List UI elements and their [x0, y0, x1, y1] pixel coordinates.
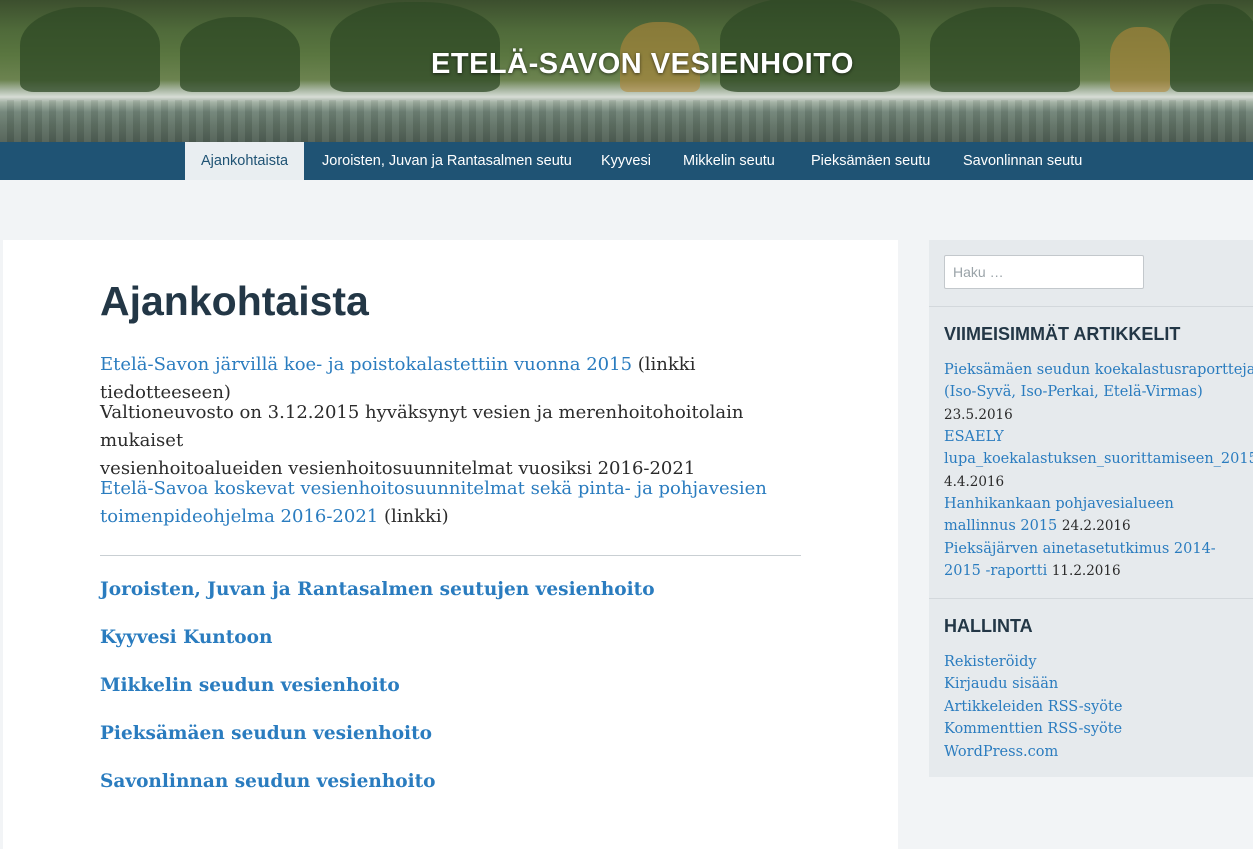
news-link-vesienhoitosuunnitelmat[interactable]: Etelä-Savoa koskevat vesienhoitosuunnite… [100, 478, 767, 499]
admin-widget-title: HALLINTA [944, 616, 1033, 636]
section-link-kyyvesi[interactable]: Kyyvesi Kuntoon [100, 627, 272, 648]
sidebar-divider [929, 306, 1253, 307]
header-water-reflection [0, 100, 1253, 142]
news-link-vesienhoitosuunnitelmat-cont[interactable]: toimenpideohjelma 2016-2021 [100, 506, 378, 527]
comments-rss-link[interactable]: Kommenttien RSS-syöte [944, 721, 1122, 737]
recent-post-2-cont: lupa_koekalastuksen_suorittamiseen_2015_… [944, 448, 1253, 470]
recent-post-2-date: 4.4.2016 [944, 471, 1004, 493]
main-content: Ajankohtaista Etelä-Savon järvillä koe- … [3, 240, 898, 849]
search-input[interactable] [944, 255, 1144, 289]
recent-post-4-cont: 2015 -raportti 11.2.2016 [944, 560, 1121, 582]
recent-post-1: Pieksämäen seudun koekalastusraportteja [944, 359, 1253, 381]
post-date: 23.5.2016 [944, 407, 1013, 423]
news-paragraph-3-note: (linkki) [378, 506, 449, 527]
recent-post-link[interactable]: Hanhikankaan pohjavesialueen [944, 496, 1174, 512]
recent-post-4: Pieksäjärven ainetasetutkimus 2014- [944, 538, 1216, 560]
nav-item-savonlinnan-seutu[interactable]: Savonlinnan seutu [947, 142, 1098, 180]
admin-link-item: Kommenttien RSS-syöte [944, 718, 1122, 740]
recent-post-link[interactable]: mallinnus 2015 [944, 518, 1057, 534]
section-link-savonlinna[interactable]: Savonlinnan seudun vesienhoito [100, 771, 436, 792]
news-paragraph-2: Valtioneuvosto on 3.12.2015 hyväksynyt v… [100, 399, 810, 483]
register-link[interactable]: Rekisteröidy [944, 654, 1037, 670]
recent-post-link[interactable]: lupa_koekalastuksen_suorittamiseen_2015_… [944, 451, 1253, 467]
post-date: 24.2.2016 [1061, 518, 1131, 534]
nav-item-mikkelin-seutu[interactable]: Mikkelin seutu [667, 142, 791, 180]
post-date: 11.2.2016 [1051, 563, 1121, 579]
nav-item-kyyvesi[interactable]: Kyyvesi [585, 142, 667, 180]
section-link-joroisten[interactable]: Joroisten, Juvan ja Rantasalmen seutujen… [100, 579, 655, 600]
login-link[interactable]: Kirjaudu sisään [944, 676, 1058, 692]
admin-link-item: WordPress.com [944, 741, 1058, 763]
news-paragraph-3: Etelä-Savoa koskevat vesienhoitosuunnite… [100, 475, 810, 531]
news-link-koekalastus[interactable]: Etelä-Savon järvillä koe- ja poistokalas… [100, 354, 632, 375]
admin-link-item: Rekisteröidy [944, 651, 1037, 673]
site-header: ETELÄ-SAVON VESIENHOITO [0, 0, 1253, 142]
sidebar-divider [929, 598, 1253, 599]
recent-post-link[interactable]: (Iso-Syvä, Iso-Perkai, Etelä-Virmas) [944, 384, 1203, 400]
recent-post-link[interactable]: Pieksämäen seudun koekalastusraportteja [944, 362, 1253, 378]
recent-post-2: ESAELY [944, 426, 1004, 448]
section-link-mikkeli[interactable]: Mikkelin seudun vesienhoito [100, 675, 400, 696]
admin-link-item: Kirjaudu sisään [944, 673, 1058, 695]
recent-post-link[interactable]: Pieksäjärven ainetasetutkimus 2014- [944, 541, 1216, 557]
recent-post-link[interactable]: 2015 -raportti [944, 563, 1047, 579]
nav-item-joroisten-juvan-rantasalmen[interactable]: Joroisten, Juvan ja Rantasalmen seutu [306, 142, 588, 180]
nav-item-pieksamaen-seutu[interactable]: Pieksämäen seutu [795, 142, 946, 180]
recent-post-link[interactable]: ESAELY [944, 429, 1004, 445]
wordpress-link[interactable]: WordPress.com [944, 744, 1058, 760]
recent-post-3: Hanhikankaan pohjavesialueen [944, 493, 1174, 515]
recent-post-1-cont: (Iso-Syvä, Iso-Perkai, Etelä-Virmas) [944, 381, 1203, 403]
recent-post-1-date: 23.5.2016 [944, 404, 1013, 426]
section-link-pieksamaki[interactable]: Pieksämäen seudun vesienhoito [100, 723, 432, 744]
admin-link-item: Artikkeleiden RSS-syöte [944, 696, 1122, 718]
news-paragraph-2-line1: Valtioneuvosto on 3.12.2015 hyväksynyt v… [100, 402, 744, 451]
main-navigation: Ajankohtaista Joroisten, Juvan ja Rantas… [0, 142, 1253, 180]
articles-rss-link[interactable]: Artikkeleiden RSS-syöte [944, 699, 1122, 715]
post-date: 4.4.2016 [944, 474, 1005, 490]
site-title[interactable]: ETELÄ-SAVON VESIENHOITO [0, 48, 1253, 81]
recent-posts-title: VIIMEISIMMÄT ARTIKKELIT [944, 324, 1181, 344]
recent-post-3-cont: mallinnus 2015 24.2.2016 [944, 515, 1131, 537]
content-divider [100, 555, 801, 556]
sidebar: VIIMEISIMMÄT ARTIKKELIT Pieksämäen seudu… [929, 240, 1253, 777]
page-title: Ajankohtaista [100, 278, 369, 324]
nav-item-ajankohtaista[interactable]: Ajankohtaista [185, 142, 305, 180]
